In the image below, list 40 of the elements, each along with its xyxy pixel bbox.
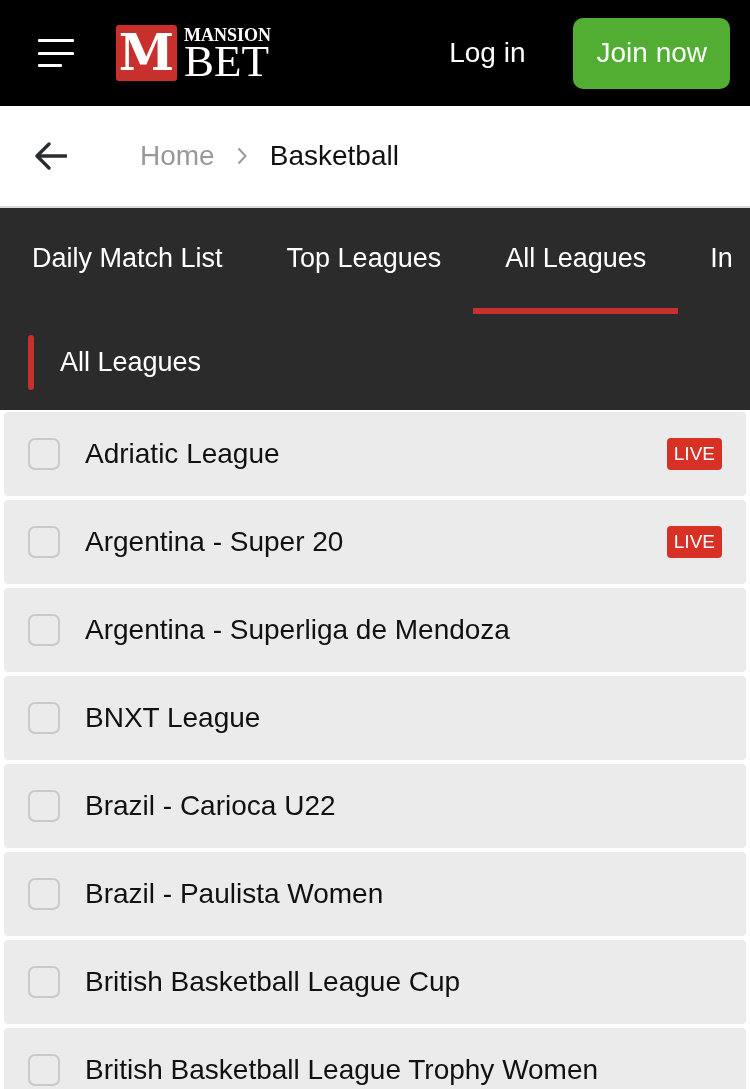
live-badge: LIVE [666, 438, 722, 470]
league-name: BNXT League [85, 702, 262, 734]
back-arrow-icon[interactable] [35, 142, 67, 170]
league-name: Brazil - Paulista Women [85, 878, 385, 910]
league-row[interactable]: Argentina - Super 20 LIVE [4, 500, 746, 584]
league-name: Brazil - Carioca U22 [85, 790, 337, 822]
logo-text: BET [184, 43, 269, 79]
tab[interactable]: Top Leagues [254, 208, 474, 314]
breadcrumb-link[interactable]: Basketball [269, 140, 399, 172]
chevron-right-icon [236, 147, 247, 165]
league-name: Adriatic League [85, 438, 281, 470]
league-row[interactable]: Brazil - Paulista Women [4, 852, 746, 936]
league-row[interactable]: British Basketball League Cup [4, 940, 746, 1024]
league-row[interactable]: British Basketball League Trophy Women [4, 1028, 746, 1089]
tab[interactable]: Daily Match List [0, 208, 255, 314]
checkbox[interactable] [28, 878, 60, 910]
league-row[interactable]: Adriatic League LIVE [4, 412, 746, 496]
league-name: Argentina - Super 20 [85, 526, 345, 558]
tab[interactable]: All Leagues [473, 208, 679, 314]
league-row[interactable]: Brazil - Carioca U22 [4, 764, 746, 848]
league-name: Argentina - Superliga de Mendoza [85, 614, 511, 646]
checkbox[interactable] [28, 1054, 60, 1086]
league-row[interactable]: Argentina - Superliga de Mendoza [4, 588, 746, 672]
logo-mark: M [116, 25, 177, 81]
league-row[interactable]: BNXT League [4, 676, 746, 760]
checkbox[interactable] [28, 438, 60, 470]
tab[interactable]: In [678, 208, 733, 314]
menu-icon[interactable] [38, 39, 74, 67]
checkbox[interactable] [28, 966, 60, 998]
checkbox[interactable] [28, 790, 60, 822]
live-badge: LIVE [666, 526, 722, 558]
checkbox[interactable] [28, 614, 60, 646]
checkbox[interactable] [28, 526, 60, 558]
section-title: All Leagues [60, 346, 202, 378]
login-link[interactable]: Log in [449, 37, 526, 69]
league-name: British Basketball League Cup [85, 966, 462, 998]
league-name: British Basketball League Trophy Women [85, 1054, 600, 1086]
logo-text: MANSION [184, 27, 271, 43]
section-marker [28, 334, 34, 390]
checkbox[interactable] [28, 702, 60, 734]
